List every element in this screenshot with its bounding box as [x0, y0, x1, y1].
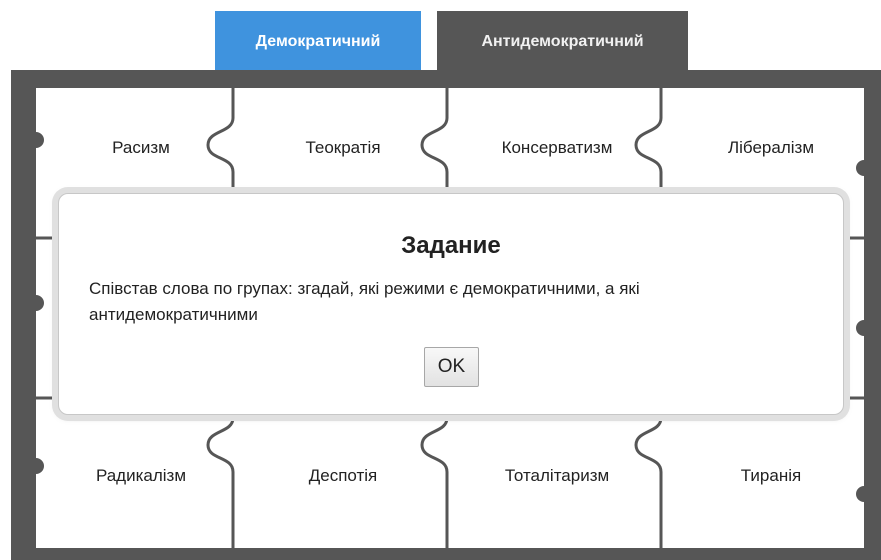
- task-dialog: Задание Співстав слова по групах: згадай…: [58, 193, 844, 415]
- word-teokratiia[interactable]: Теократія: [238, 98, 448, 198]
- word-radykalizm[interactable]: Радикалізм: [36, 426, 246, 526]
- word-konservatyzm[interactable]: Консерватизм: [452, 98, 662, 198]
- dialog-title: Задание: [401, 232, 501, 259]
- word-tyraniia[interactable]: Тиранія: [666, 426, 864, 526]
- word-totalitaryzm[interactable]: Тоталітаризм: [452, 426, 662, 526]
- word-rasyzm[interactable]: Расизм: [36, 98, 246, 198]
- dialog-message: Співстав слова по групах: згадай, які ре…: [89, 279, 640, 324]
- word-despotiia[interactable]: Деспотія: [238, 426, 448, 526]
- word-liberalizm[interactable]: Лібералізм: [666, 98, 864, 198]
- tab-democratic[interactable]: Демократичний: [215, 11, 421, 73]
- ok-button[interactable]: OK: [424, 347, 479, 387]
- tab-antidemocratic[interactable]: Антидемократичний: [437, 11, 688, 73]
